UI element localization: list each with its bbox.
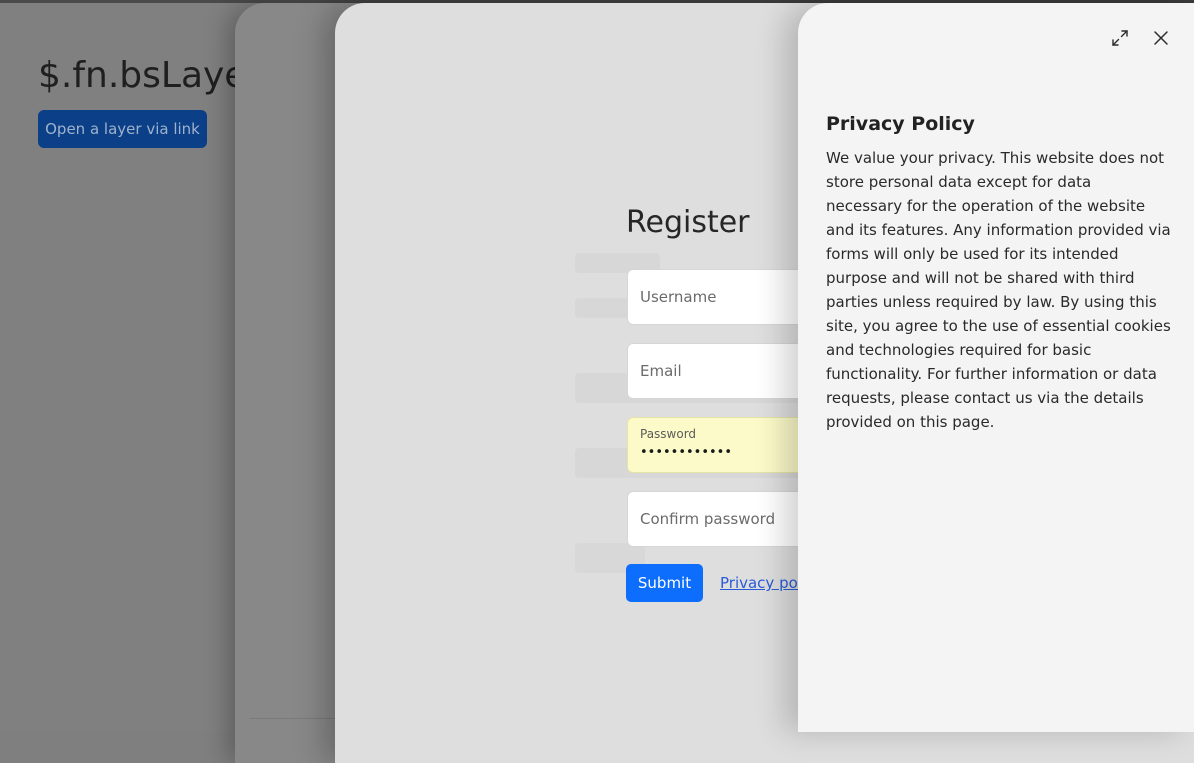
close-icon[interactable] [1150, 27, 1172, 49]
register-title: Register [626, 205, 750, 240]
email-placeholder: Email [640, 362, 682, 380]
expand-icon[interactable] [1109, 27, 1131, 49]
submit-button[interactable]: Submit [626, 564, 703, 602]
privacy-policy-title: Privacy Policy [826, 113, 975, 135]
open-layer-button[interactable]: Open a layer via link [38, 110, 207, 148]
confirm-password-placeholder: Confirm password [640, 510, 776, 528]
privacy-policy-body: We value your privacy. This website does… [826, 149, 1171, 431]
password-value: •••••••••••• [640, 445, 733, 460]
privacy-layer-panel: Privacy Policy We value your privacy. Th… [798, 3, 1194, 732]
page-title: $.fn.bsLayer [38, 55, 262, 96]
username-placeholder: Username [640, 288, 717, 306]
password-label: Password [640, 427, 697, 441]
